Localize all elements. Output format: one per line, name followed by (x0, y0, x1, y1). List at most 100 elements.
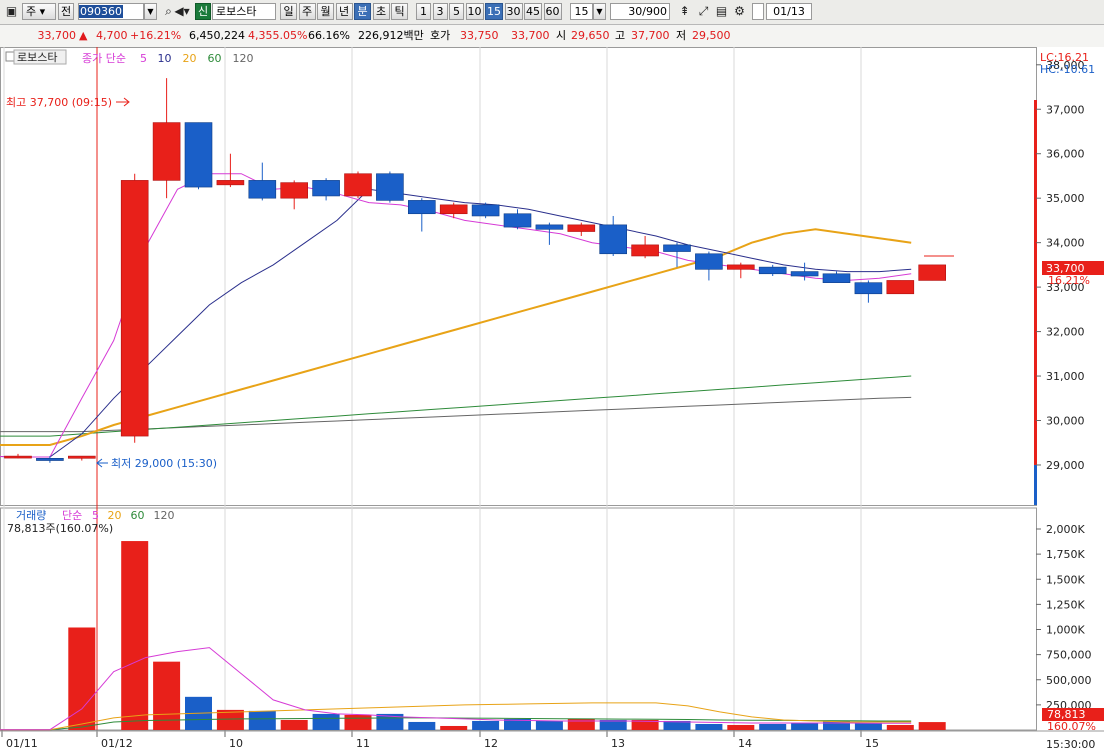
open-label: 시 (556, 29, 567, 42)
code-dropdown-icon[interactable]: ▼ (144, 3, 157, 20)
candle-body (152, 122, 181, 181)
low-price: 29,500 (692, 29, 731, 42)
volume-tick-label: 2,000K (1046, 523, 1085, 536)
volume-tick-label: 1,000K (1046, 624, 1085, 637)
price-legend-title: 종가 단순 (82, 52, 126, 65)
volume-ratio: 4,355.05% (248, 29, 308, 42)
x-axis-label: 11 (356, 737, 370, 750)
price-tick-label: 30,000 (1046, 415, 1085, 428)
quote-bar: 33,700 ▲ 4,700 +16.21% 6,450,224 4,355.0… (0, 25, 1104, 68)
candle-toggle-icon[interactable]: ⇞ (676, 3, 693, 20)
interval-tab-3[interactable]: 3 (432, 3, 448, 20)
window-icon[interactable]: ▣ (3, 3, 20, 20)
market-type-select[interactable]: 주 ▾ (22, 3, 56, 20)
price-ma-legend-item: 5 (140, 52, 147, 65)
interval-tab-1[interactable]: 1 (416, 3, 431, 20)
volume-bar (854, 722, 882, 730)
volume-tick-label: 1,250K (1046, 598, 1085, 611)
gear-icon[interactable]: ⚙ (731, 3, 748, 20)
low-annotation: 최저 29,000 (15:30) (111, 457, 217, 470)
interval-tab-10[interactable]: 10 (465, 3, 484, 20)
price-change-pct: +16.21% (130, 29, 182, 42)
stock-code-input[interactable]: 090360 (78, 3, 144, 20)
candle-body (344, 173, 372, 197)
chevron-down-icon[interactable]: ▼ (593, 3, 606, 20)
volume-ma-legend-item: 60 (131, 509, 145, 522)
candle-body (599, 224, 628, 255)
date-field[interactable]: 01/13 (766, 3, 812, 20)
volume-bar (280, 719, 308, 730)
end-time-label: 15:30:00 (1046, 738, 1095, 751)
candle-body (216, 180, 245, 186)
speaker-icon[interactable]: ◀▾ (172, 3, 192, 20)
interval-tab-30[interactable]: 30 (504, 3, 523, 20)
volume-ma-legend-item: 120 (154, 509, 175, 522)
period-tab-0[interactable]: 일 (280, 3, 297, 20)
low-label: 저 (676, 29, 687, 42)
x-axis-label: 13 (611, 737, 625, 750)
candle-body (535, 224, 564, 230)
interval-select[interactable]: 15 (570, 3, 593, 20)
interval-tab-15[interactable]: 15 (485, 3, 503, 20)
x-axis-label: 10 (229, 737, 243, 750)
stock-name-field[interactable]: 로보스타 (212, 3, 276, 20)
candle-body (439, 204, 468, 215)
candle-body (631, 244, 659, 257)
volume-tick-label: 1,500K (1046, 573, 1085, 586)
candle-body (312, 180, 340, 197)
volume-legend-title: 거래량 (16, 509, 46, 522)
candle-body (567, 224, 596, 232)
volume-bar (440, 725, 468, 730)
period-tab-3[interactable]: 년 (335, 3, 353, 20)
candle-body (726, 264, 755, 270)
volume-ma-legend-item: 20 (108, 509, 122, 522)
price-tick-label: 37,000 (1046, 103, 1085, 116)
candle-body (68, 455, 96, 459)
candle-body (36, 458, 64, 461)
candle-body (695, 253, 723, 270)
turnover-ratio: 66.16% (308, 29, 350, 42)
x-axis-label: 01/11 (6, 737, 38, 750)
interval-tab-60[interactable]: 60 (543, 3, 562, 20)
main-toolbar: ▣ 주 ▾ 전 090360 ▼ ⌕ ◀▾ 신 로보스타 일주월년분초틱 135… (0, 0, 1104, 25)
candle-body (854, 282, 883, 295)
stock-tag[interactable]: 로보스타 (17, 51, 57, 64)
candle-body (248, 180, 277, 199)
period-tab-2[interactable]: 월 (317, 3, 334, 20)
price-tick-label: 34,000 (1046, 237, 1085, 250)
candle-body (790, 271, 819, 277)
prev-button[interactable]: 전 (58, 3, 74, 20)
candle-body (376, 173, 404, 201)
interval-tab-5[interactable]: 5 (449, 3, 464, 20)
candle-body (886, 280, 915, 295)
volume-bar (759, 723, 787, 730)
price-ma-legend-item: 60 (208, 52, 222, 65)
candle-body (758, 266, 787, 275)
bid-price: 33,700 (511, 29, 550, 42)
volume-bar (312, 713, 340, 730)
period-tab-6[interactable]: 틱 (391, 3, 408, 20)
last-pct-label: 16.21% (1048, 274, 1090, 287)
trend-tool-icon[interactable]: ⤢ (695, 3, 712, 20)
period-tab-5[interactable]: 초 (372, 3, 390, 20)
period-tab-1[interactable]: 주 (298, 3, 316, 20)
period-tab-4[interactable]: 분 (354, 3, 371, 20)
price-tick-label: 29,000 (1046, 459, 1085, 472)
count-input[interactable]: 30/900 (610, 3, 670, 20)
price-tick-label: 35,000 (1046, 192, 1085, 205)
volume-info: 78,813주(160.07%) (7, 522, 113, 535)
ask-label: 호가 (430, 29, 451, 42)
save-icon[interactable]: ▤ (713, 3, 730, 20)
trade-amount: 226,912백만 (358, 29, 424, 42)
x-axis-label: 14 (738, 737, 752, 750)
price-ma-legend-item: 10 (158, 52, 172, 65)
volume-bar (918, 722, 946, 730)
stock-chart[interactable]: 38,00037,00036,00035,00034,00033,00032,0… (0, 47, 1104, 754)
x-axis-label: 15 (865, 737, 879, 750)
volume-bar (695, 723, 723, 730)
date-checkbox[interactable] (752, 3, 764, 20)
interval-tab-45[interactable]: 45 (524, 3, 542, 20)
volume-tick-label: 1,750K (1046, 548, 1085, 561)
high-annotation: 최고 37,700 (09:15) (6, 96, 112, 109)
last-volume-pct: 160.07% (1047, 720, 1096, 733)
